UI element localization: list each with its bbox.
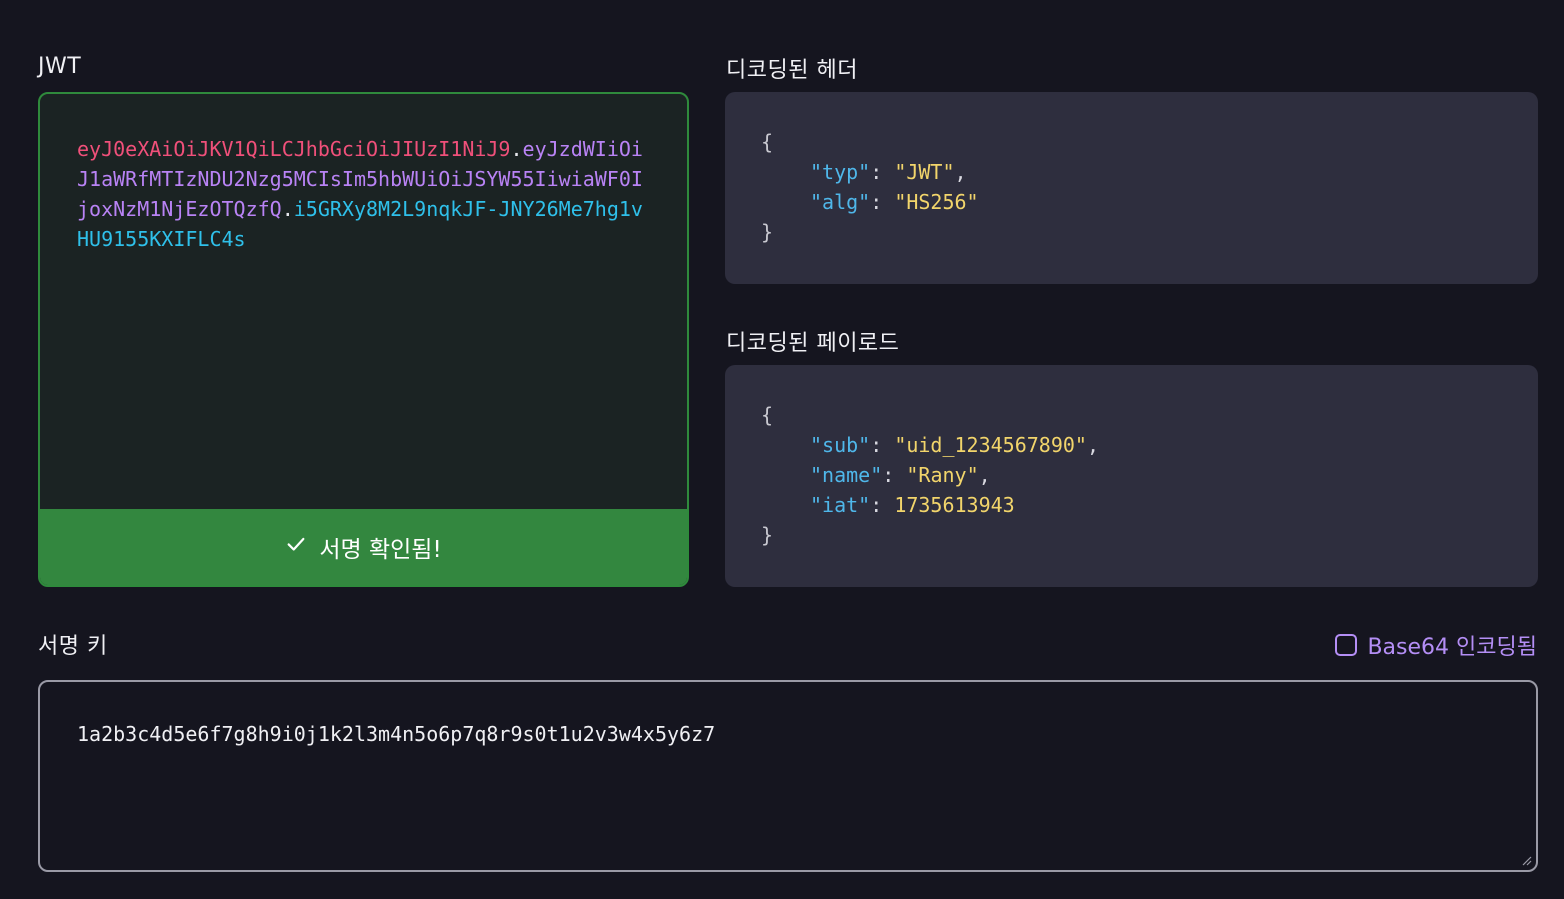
token-dot: . <box>281 197 294 221</box>
decoded-header-label: 디코딩된 헤더 <box>726 58 858 83</box>
json-key: alg <box>822 190 859 214</box>
signature-key-value[interactable]: 1a2b3c4d5e6f7g8h9i0j1k2l3m4n5o6p7q8r9s0t… <box>77 722 715 746</box>
resize-handle-icon[interactable] <box>1520 854 1532 866</box>
token-dot: . <box>510 137 523 161</box>
decoded-header-box: { "typ": "JWT", "alg": "HS256" } <box>725 92 1538 284</box>
signature-verified-text: 서명 확인됨! <box>319 537 442 563</box>
checkbox-icon[interactable] <box>1335 634 1358 656</box>
json-value: "JWT" <box>894 160 955 184</box>
json-separator: , <box>978 463 991 487</box>
base64-encoded-toggle[interactable]: Base64 인코딩됨 <box>1335 629 1537 661</box>
jwt-token-text[interactable]: eyJ0eXAiOiJKV1QiLCJhbGciOiJIUzI1NiJ9.eyJ… <box>77 134 649 254</box>
json-value: "HS256" <box>894 190 979 214</box>
json-key: typ <box>822 160 859 184</box>
json-close-brace: } <box>761 220 774 244</box>
json-key: name <box>822 463 871 487</box>
json-field-row: "name": "Rany", <box>810 463 991 487</box>
json-value: "uid_1234567890" <box>894 433 1087 457</box>
decoded-payload-box: { "sub": "uid_1234567890", "name": "Rany… <box>725 365 1538 587</box>
signature-key-label: 서명 키 <box>38 634 108 659</box>
signature-key-input[interactable]: 1a2b3c4d5e6f7g8h9i0j1k2l3m4n5o6p7q8r9s0t… <box>38 680 1538 872</box>
json-value: 1735613943 <box>894 493 1015 517</box>
base64-encoded-label[interactable]: Base64 인코딩됨 <box>1367 629 1537 661</box>
json-field-row: "iat": 1735613943 <box>810 493 1015 517</box>
json-value: "Rany" <box>906 463 979 487</box>
json-separator: , <box>1086 433 1100 457</box>
json-field-row: "alg": "HS256" <box>810 190 979 214</box>
json-open-brace: { <box>761 130 774 154</box>
token-header-segment: eyJ0eXAiOiJKV1QiLCJhbGciOiJIUzI1NiJ9 <box>77 137 511 161</box>
check-icon <box>285 533 307 561</box>
jwt-input-panel[interactable]: eyJ0eXAiOiJKV1QiLCJhbGciOiJIUzI1NiJ9.eyJ… <box>38 92 689 587</box>
decoded-payload-label: 디코딩된 페이로드 <box>726 331 900 356</box>
jwt-label: JWT <box>38 54 82 79</box>
json-separator: , <box>954 160 967 184</box>
json-key: sub <box>822 433 859 457</box>
json-close-brace: } <box>761 523 774 547</box>
json-field-row: "sub": "uid_1234567890", <box>810 433 1100 457</box>
signature-verified-banner: 서명 확인됨! <box>40 509 687 585</box>
json-field-row: "typ": "JWT", <box>810 160 967 184</box>
json-key: iat <box>822 493 859 517</box>
json-open-brace: { <box>761 403 774 427</box>
